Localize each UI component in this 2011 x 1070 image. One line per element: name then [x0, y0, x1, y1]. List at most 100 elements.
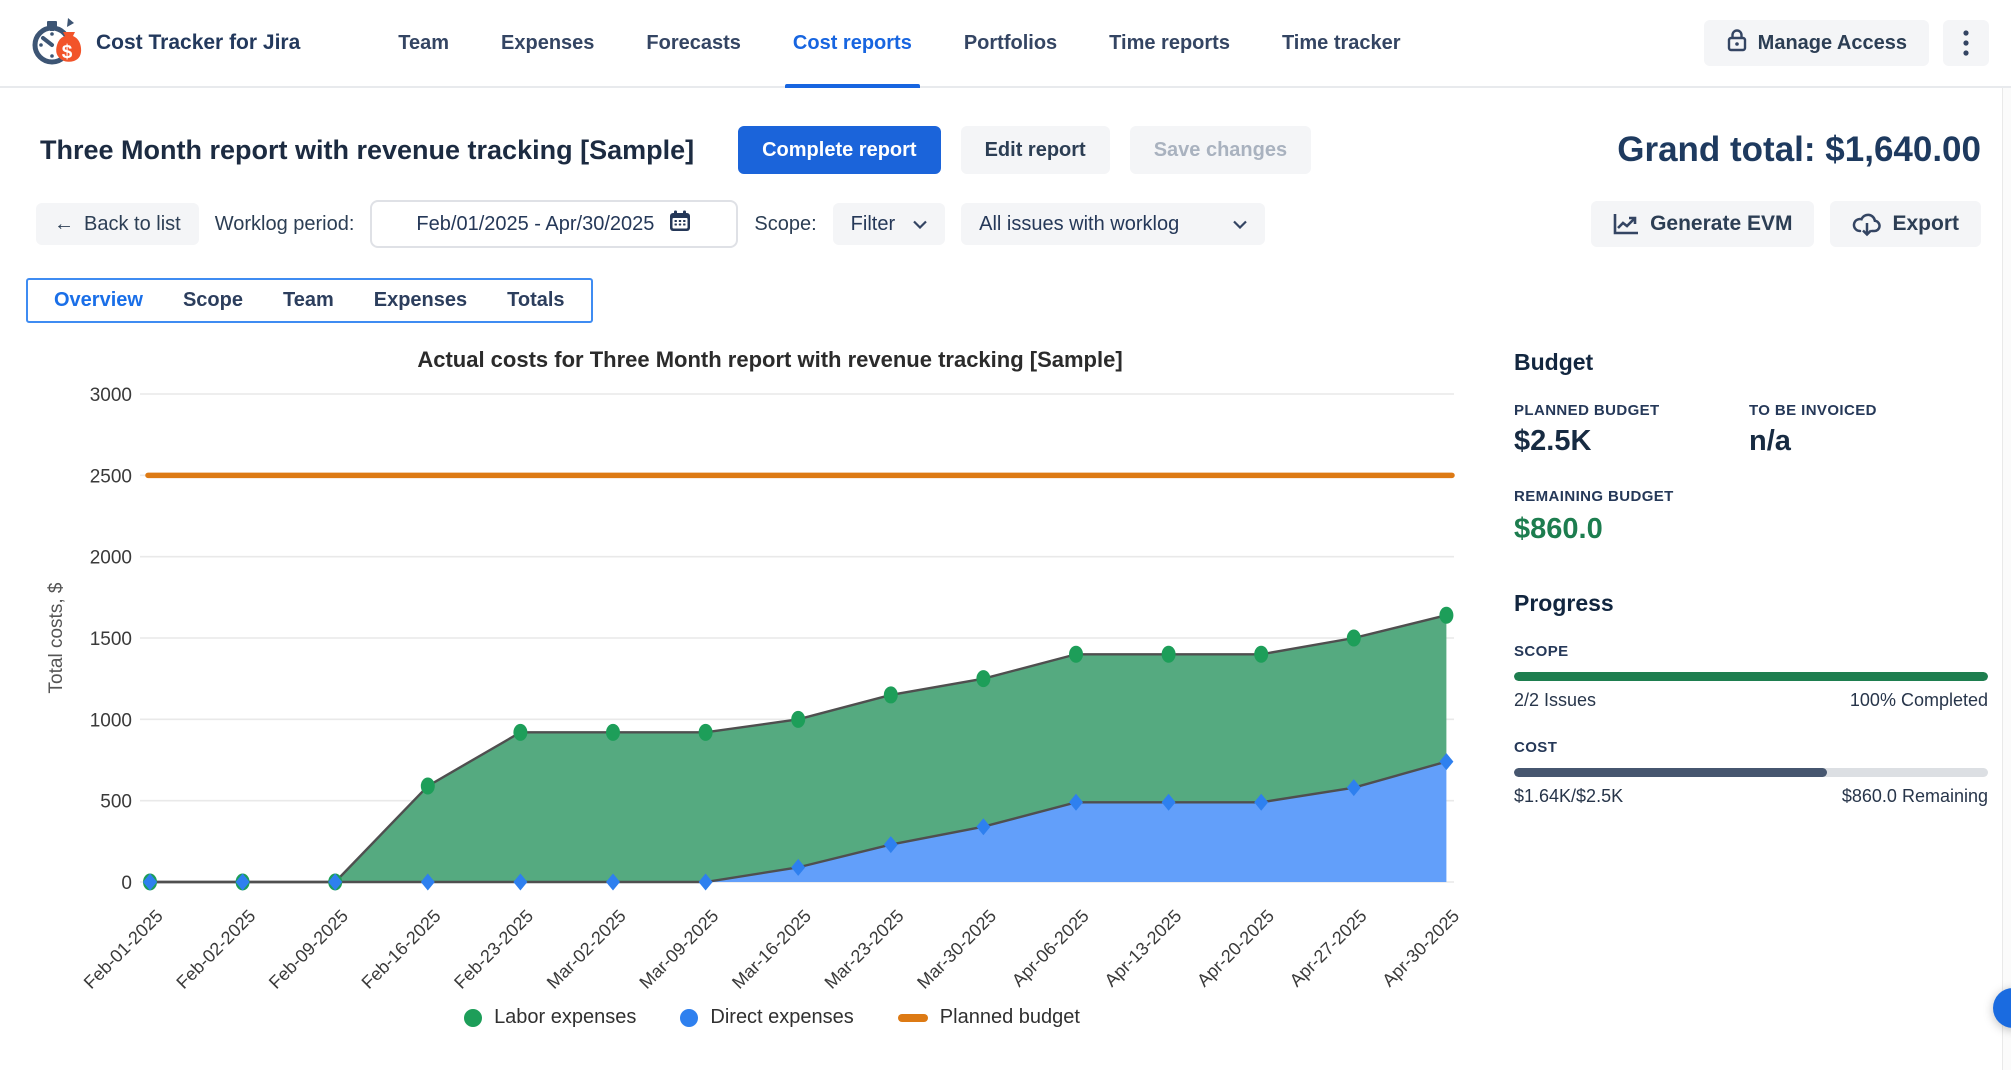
worklog-period-label: Worklog period: [215, 213, 355, 236]
scope-completed-percent: 100% Completed [1850, 690, 1988, 711]
svg-text:Mar-16-2025: Mar-16-2025 [728, 906, 815, 993]
chevron-down-icon [1233, 220, 1247, 229]
grand-total: Grand total: $1,640.00 [1617, 130, 1981, 170]
app-logo-icon: $ [28, 14, 82, 73]
svg-text:Mar-30-2025: Mar-30-2025 [913, 906, 1000, 993]
cost-remaining-value: $860.0 Remaining [1842, 786, 1988, 807]
manage-access-label: Manage Access [1758, 32, 1907, 55]
page-title: Three Month report with revenue tracking… [40, 135, 694, 166]
budget-sidebar: Budget PLANNED BUDGET TO BE INVOICED $2.… [1514, 347, 1988, 1029]
direct-legend-label: Direct expenses [710, 1006, 853, 1029]
cost-spent-value: $1.64K/$2.5K [1514, 786, 1623, 807]
nav-forecasts[interactable]: Forecasts [620, 0, 767, 86]
issues-scope-dropdown[interactable]: All issues with worklog [961, 203, 1265, 245]
legend-labor-expenses[interactable]: Labor expenses [464, 1006, 636, 1029]
svg-text:2000: 2000 [90, 548, 132, 569]
svg-text:0: 0 [121, 873, 132, 894]
budget-legend-label: Planned budget [940, 1006, 1080, 1029]
cost-progress-label: COST [1514, 739, 1988, 756]
scope-label: Scope: [754, 213, 816, 236]
svg-text:Feb-16-2025: Feb-16-2025 [358, 906, 445, 993]
actual-costs-chart[interactable]: 050010001500200025003000Total costs, $Fe… [40, 377, 1500, 999]
tab-team[interactable]: Team [263, 289, 354, 312]
svg-text:Apr-06-2025: Apr-06-2025 [1008, 906, 1093, 991]
scope-progress-bar [1514, 672, 1988, 681]
generate-evm-label: Generate EVM [1650, 212, 1792, 236]
cost-chart-panel: Actual costs for Three Month report with… [40, 347, 1504, 1029]
remaining-budget-value: $860.0 [1514, 513, 1988, 546]
svg-text:1000: 1000 [90, 710, 132, 731]
svg-text:Apr-27-2025: Apr-27-2025 [1286, 906, 1371, 991]
nav-time-reports[interactable]: Time reports [1083, 0, 1256, 86]
svg-text:Apr-20-2025: Apr-20-2025 [1193, 906, 1278, 991]
brand-name: Cost Tracker for Jira [96, 31, 300, 55]
tab-totals[interactable]: Totals [487, 289, 584, 312]
scope-progress-label: SCOPE [1514, 643, 1988, 660]
svg-text:Feb-09-2025: Feb-09-2025 [265, 906, 352, 993]
filter-dropdown[interactable]: Filter [833, 203, 945, 245]
to-be-invoiced-value: n/a [1749, 425, 1988, 458]
app-brand[interactable]: $ Cost Tracker for Jira [28, 14, 300, 73]
lock-icon [1726, 28, 1748, 58]
svg-text:Apr-13-2025: Apr-13-2025 [1101, 906, 1186, 991]
chart-title: Actual costs for Three Month report with… [40, 347, 1500, 373]
nav-cost-reports[interactable]: Cost reports [767, 0, 938, 86]
export-button[interactable]: Export [1830, 201, 1981, 247]
generate-evm-button[interactable]: Generate EVM [1591, 201, 1814, 247]
worklog-period-input[interactable]: Feb/01/2025 - Apr/30/2025 [370, 200, 738, 248]
svg-text:Feb-23-2025: Feb-23-2025 [450, 906, 537, 993]
tab-expenses[interactable]: Expenses [354, 289, 487, 312]
budget-heading: Budget [1514, 349, 1988, 376]
nav-portfolios[interactable]: Portfolios [938, 0, 1083, 86]
direct-legend-swatch [680, 1009, 698, 1027]
svg-text:Mar-09-2025: Mar-09-2025 [635, 906, 722, 993]
nav-expenses[interactable]: Expenses [475, 0, 620, 86]
planned-budget-value: $2.5K [1514, 425, 1749, 458]
arrow-left-icon: ← [54, 213, 74, 236]
legend-direct-expenses[interactable]: Direct expenses [680, 1006, 853, 1029]
svg-text:$: $ [62, 42, 73, 63]
svg-text:Total costs, $: Total costs, $ [46, 582, 67, 693]
complete-report-button[interactable]: Complete report [738, 126, 940, 174]
tab-overview[interactable]: Overview [34, 289, 163, 312]
to-be-invoiced-label: TO BE INVOICED [1749, 402, 1988, 419]
kebab-menu-button[interactable] [1943, 20, 1989, 66]
chart-legend: Labor expenses Direct expenses Planned b… [40, 1006, 1504, 1029]
scrollbar[interactable] [2002, 88, 2011, 1070]
evm-chart-icon [1613, 212, 1640, 236]
svg-text:Feb-02-2025: Feb-02-2025 [172, 906, 259, 993]
edit-report-button[interactable]: Edit report [961, 126, 1110, 174]
svg-text:3000: 3000 [90, 385, 132, 406]
budget-legend-swatch [898, 1014, 928, 1022]
app-header: $ Cost Tracker for Jira Team Expenses Fo… [0, 0, 2011, 88]
progress-heading: Progress [1514, 590, 1988, 617]
cost-progress-fill [1514, 768, 1827, 777]
svg-text:500: 500 [100, 792, 132, 813]
nav-time-tracker[interactable]: Time tracker [1256, 0, 1427, 86]
main-nav: Team Expenses Forecasts Cost reports Por… [372, 0, 1426, 86]
report-tabs: Overview Scope Team Expenses Totals [26, 278, 593, 323]
svg-text:Mar-02-2025: Mar-02-2025 [543, 906, 630, 993]
worklog-period-value: Feb/01/2025 - Apr/30/2025 [416, 213, 654, 236]
cost-progress-bar [1514, 768, 1988, 777]
export-label: Export [1892, 212, 1959, 236]
scope-issues-count: 2/2 Issues [1514, 690, 1596, 711]
manage-access-button[interactable]: Manage Access [1704, 20, 1929, 66]
calendar-icon [668, 209, 692, 239]
save-changes-button[interactable]: Save changes [1130, 126, 1311, 174]
nav-team[interactable]: Team [372, 0, 475, 86]
labor-legend-swatch [464, 1009, 482, 1027]
scope-progress-fill [1514, 672, 1988, 681]
kebab-icon [1963, 30, 1969, 56]
remaining-budget-label: REMAINING BUDGET [1514, 488, 1988, 505]
legend-planned-budget[interactable]: Planned budget [898, 1006, 1080, 1029]
labor-legend-label: Labor expenses [494, 1006, 636, 1029]
svg-text:Apr-30-2025: Apr-30-2025 [1378, 906, 1463, 991]
planned-budget-label: PLANNED BUDGET [1514, 402, 1749, 419]
svg-text:2500: 2500 [90, 466, 132, 487]
svg-text:Mar-23-2025: Mar-23-2025 [821, 906, 908, 993]
back-to-list-button[interactable]: ← Back to list [36, 203, 199, 245]
tab-scope[interactable]: Scope [163, 289, 263, 312]
filter-dropdown-value: Filter [851, 213, 895, 236]
svg-text:Feb-01-2025: Feb-01-2025 [80, 906, 167, 993]
